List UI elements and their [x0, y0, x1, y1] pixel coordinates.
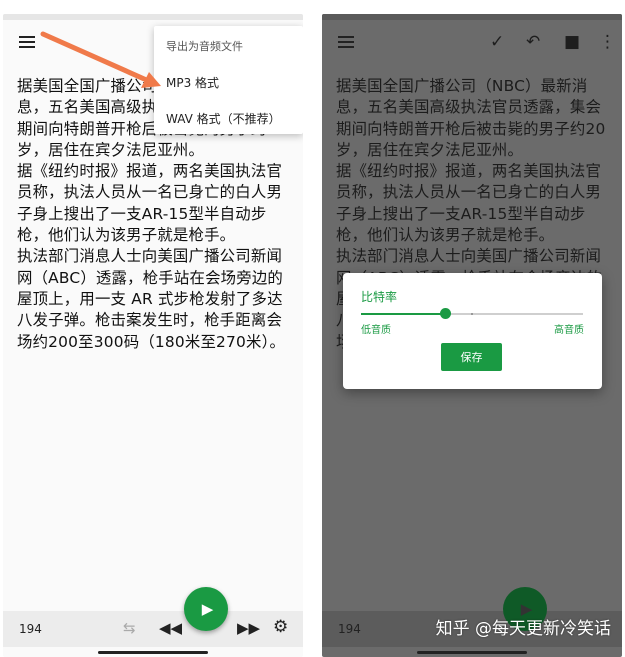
right-screen: ✓ ↶ ■ ⋮ 据美国全国广播公司（NBC）最新消息，五名美国高级执法官员透露，…	[322, 14, 622, 657]
rewind-icon[interactable]: ◀◀	[159, 619, 182, 637]
repeat-icon[interactable]: ⇆	[123, 619, 136, 637]
home-indicator	[417, 651, 527, 654]
bitrate-slider[interactable]	[361, 308, 583, 319]
undo-icon[interactable]: ↶	[526, 32, 540, 52]
play-button[interactable]: ▶	[184, 587, 228, 631]
watermark: 知乎 @每天更新冷笑话	[435, 619, 611, 639]
menu-item-mp3[interactable]: MP3 格式	[166, 74, 219, 91]
trash-icon[interactable]: ■	[564, 32, 580, 52]
hamburger-icon[interactable]	[338, 36, 354, 48]
high-quality-label: 高音质	[554, 325, 584, 336]
gear-icon[interactable]: ⚙	[273, 617, 288, 637]
hamburger-icon[interactable]	[19, 36, 35, 48]
paragraph: 执法部门消息人士向美国广播公司新闻网（ABC）透露，枪手站在会场旁边的屋顶上，用…	[17, 247, 286, 351]
export-dropdown-menu: 导出为音频文件 MP3 格式 WAV 格式（不推荐）	[154, 26, 303, 134]
slider-tick	[471, 313, 473, 315]
dropdown-title: 导出为音频文件	[166, 40, 243, 53]
word-counter: 194	[338, 622, 361, 636]
slider-fill	[361, 313, 446, 315]
low-quality-label: 低音质	[361, 325, 391, 336]
player-bar: 194 ⇆ ◀◀ ▶▶ ⚙	[3, 611, 303, 647]
toolbar: ✓ ↶ ■ ⋮	[322, 24, 622, 60]
bitrate-dialog: 比特率 低音质 高音质 保存	[343, 273, 602, 389]
check-icon[interactable]: ✓	[490, 32, 504, 52]
home-indicator	[98, 651, 208, 654]
slider-thumb[interactable]	[440, 308, 452, 319]
save-button[interactable]: 保存	[441, 343, 502, 371]
dialog-title: 比特率	[361, 290, 398, 304]
more-vert-icon[interactable]: ⋮	[599, 32, 616, 52]
word-counter: 194	[19, 622, 42, 636]
fast-forward-icon[interactable]: ▶▶	[237, 619, 260, 637]
menu-item-wav[interactable]: WAV 格式（不推荐）	[166, 110, 281, 127]
paragraph: 据美国全国广播公司（NBC）最新消息，五名美国高级执法官员透露，集会期间向特朗普…	[336, 77, 606, 159]
paragraph: 据《纽约时报》报道，两名美国执法官员称，执法人员从一名已身亡的白人男子身上搜出了…	[17, 162, 283, 245]
play-icon: ▶	[201, 600, 214, 618]
status-bar	[322, 14, 622, 20]
status-bar	[3, 14, 303, 20]
left-screen: 据美国全国广播公司（NBC）最新消息，五名美国高级执法官员透露，集会期间向特朗普…	[3, 14, 303, 657]
paragraph: 据《纽约时报》报道，两名美国执法官员称，执法人员从一名已身亡的白人男子身上搜出了…	[336, 162, 602, 245]
